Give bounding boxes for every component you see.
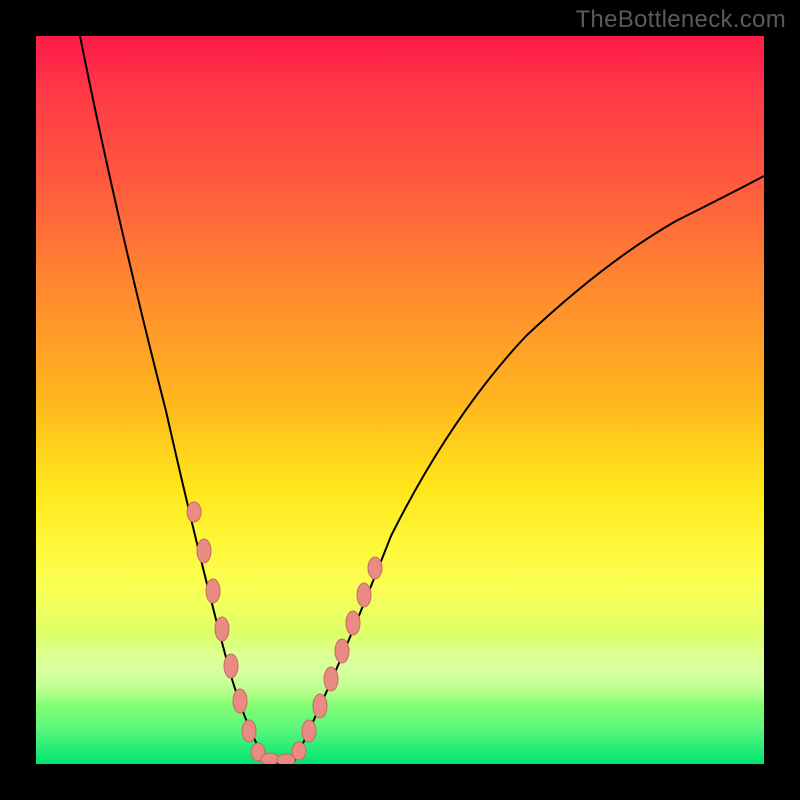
bead bbox=[215, 617, 229, 641]
bead bbox=[324, 667, 338, 691]
bead bbox=[357, 583, 371, 607]
bead bbox=[302, 720, 316, 742]
bottleneck-curve-svg bbox=[36, 36, 764, 764]
bead bbox=[313, 694, 327, 718]
chart-frame: TheBottleneck.com bbox=[0, 0, 800, 800]
bead bbox=[346, 611, 360, 635]
bead bbox=[206, 579, 220, 603]
bead bbox=[261, 753, 279, 764]
bead bbox=[335, 639, 349, 663]
bead bbox=[368, 557, 382, 579]
curve-left-arm bbox=[80, 36, 269, 764]
bead bbox=[277, 754, 295, 764]
bead bbox=[187, 502, 201, 522]
bead bbox=[197, 539, 211, 563]
curve-right-arm bbox=[294, 176, 764, 762]
watermark-text: TheBottleneck.com bbox=[575, 6, 786, 34]
bead bbox=[242, 720, 256, 742]
bead bbox=[292, 742, 306, 760]
bead bbox=[224, 654, 238, 678]
bead bbox=[233, 689, 247, 713]
plot-area bbox=[36, 36, 764, 764]
beads-group bbox=[187, 502, 382, 764]
